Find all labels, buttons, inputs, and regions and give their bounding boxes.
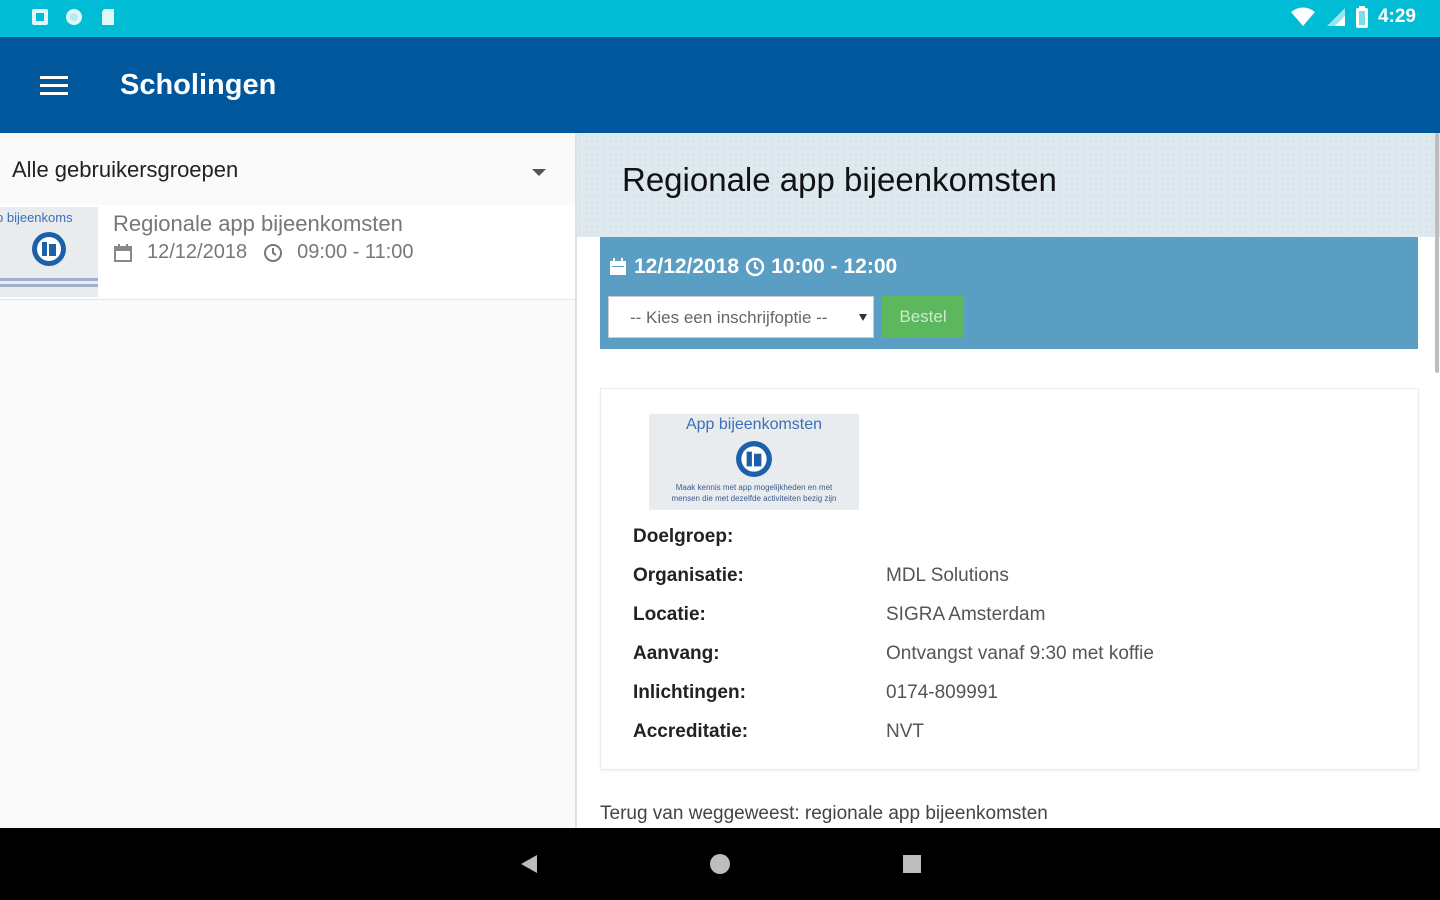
- field-label: Inlichtingen:: [633, 681, 746, 703]
- field-locatie: Locatie: SIGRA Amsterdam: [633, 595, 1154, 634]
- field-aanvang: Aanvang: Ontvangst vanaf 9:30 met koffie: [633, 634, 1154, 673]
- field-value: MDL Solutions: [886, 564, 1009, 586]
- back-icon[interactable]: [517, 852, 541, 876]
- event-title: Regionale app bijeenkomsten: [113, 211, 403, 236]
- event-image-caption-line: mensen die met dezelfde activiteiten bez…: [671, 494, 837, 503]
- navigation-bar: [0, 828, 1440, 900]
- field-label: Doelgroep:: [633, 525, 734, 547]
- field-label: Organisatie:: [633, 564, 744, 586]
- event-date: 12/12/2018: [147, 241, 248, 263]
- thumbnail-caption: [0, 275, 98, 290]
- event-meta: 12/12/2018 09:00 - 11:00: [113, 241, 414, 264]
- clock-icon: [745, 257, 765, 277]
- notification-icon: [32, 9, 48, 25]
- event-thumbnail-title: p bijeenkoms: [0, 210, 73, 225]
- chevron-down-icon: [859, 314, 867, 321]
- event-time: 09:00 - 11:00: [297, 241, 414, 263]
- session-time: 10:00 - 12:00: [771, 255, 898, 278]
- battery-icon: [1355, 6, 1368, 28]
- field-organisatie: Organisatie: MDL Solutions: [633, 556, 1154, 595]
- sd-card-icon: [102, 9, 114, 25]
- detail-title: Regionale app bijeenkomsten: [622, 161, 1057, 198]
- field-value: Ontvangst vanaf 9:30 met koffie: [886, 642, 1154, 664]
- home-icon[interactable]: [708, 852, 732, 876]
- event-list-pane: Alle gebruikersgroepen p bijeenkoms Regi…: [0, 133, 577, 828]
- field-value: 0174-809991: [886, 681, 998, 703]
- user-group-dropdown[interactable]: Alle gebruikersgroepen: [0, 145, 575, 201]
- chevron-down-icon: [532, 169, 546, 176]
- scrollbar[interactable]: [1435, 133, 1439, 373]
- registration-option-placeholder: -- Kies een inschrijfoptie --: [630, 308, 828, 327]
- field-value: SIGRA Amsterdam: [886, 603, 1046, 625]
- calendar-icon: [610, 258, 626, 275]
- event-image-caption: Maak kennis met app mogelijkheden en met…: [649, 482, 859, 504]
- clock-icon: [264, 243, 283, 262]
- logo-icon: [736, 441, 772, 477]
- field-label: Accreditatie:: [633, 720, 749, 742]
- field-value: NVT: [886, 720, 924, 742]
- session-box: 12/12/2018 10:00 - 12:00 -- Kies een ins…: [600, 237, 1418, 349]
- status-right: 4:29: [1290, 6, 1416, 28]
- order-button[interactable]: Bestel: [882, 296, 964, 338]
- logo-icon: [32, 232, 66, 266]
- user-group-dropdown-label: Alle gebruikersgroepen: [12, 157, 239, 182]
- field-label: Locatie:: [633, 603, 706, 625]
- list-item[interactable]: p bijeenkoms Regionale app bijeenkomsten…: [0, 205, 575, 300]
- status-left-icons: [30, 7, 118, 27]
- calendar-icon: [114, 243, 132, 262]
- recents-icon[interactable]: [900, 852, 924, 876]
- page-title: Scholingen: [120, 69, 277, 101]
- event-detail-pane: Regionale app bijeenkomsten 12/12/2018 1…: [577, 133, 1440, 828]
- hamburger-menu-icon[interactable]: [36, 71, 72, 101]
- event-image-caption-line: Maak kennis met app mogelijkheden en met: [675, 483, 833, 492]
- session-header: 12/12/2018 10:00 - 12:00: [608, 255, 897, 279]
- status-bar: 4:29: [0, 0, 1440, 37]
- field-accreditatie: Accreditatie: NVT: [633, 712, 1154, 751]
- event-thumbnail: p bijeenkoms: [0, 207, 98, 297]
- registration-option-select[interactable]: -- Kies een inschrijfoptie --: [608, 296, 874, 338]
- wifi-icon: [1290, 7, 1315, 26]
- session-date: 12/12/2018: [634, 255, 740, 278]
- event-image-title: App bijeenkomsten: [685, 416, 823, 433]
- field-doelgroep: Doelgroep:: [633, 517, 1154, 556]
- app-bar: Scholingen: [0, 37, 1440, 133]
- detail-fields: Doelgroep: Organisatie: MDL Solutions Lo…: [633, 517, 1154, 751]
- description-text: Terug van weggeweest: regionale app bije…: [600, 803, 1048, 824]
- signal-icon: [1326, 8, 1345, 26]
- field-label: Aanvang:: [633, 642, 720, 664]
- detail-card: App bijeenkomsten Maak kennis met app mo…: [600, 388, 1419, 770]
- field-inlichtingen: Inlichtingen: 0174-809991: [633, 673, 1154, 712]
- detail-header: Regionale app bijeenkomsten: [577, 133, 1440, 237]
- event-image: App bijeenkomsten Maak kennis met app mo…: [649, 414, 859, 510]
- clock: 4:29: [1377, 6, 1416, 27]
- circle-icon: [66, 9, 82, 25]
